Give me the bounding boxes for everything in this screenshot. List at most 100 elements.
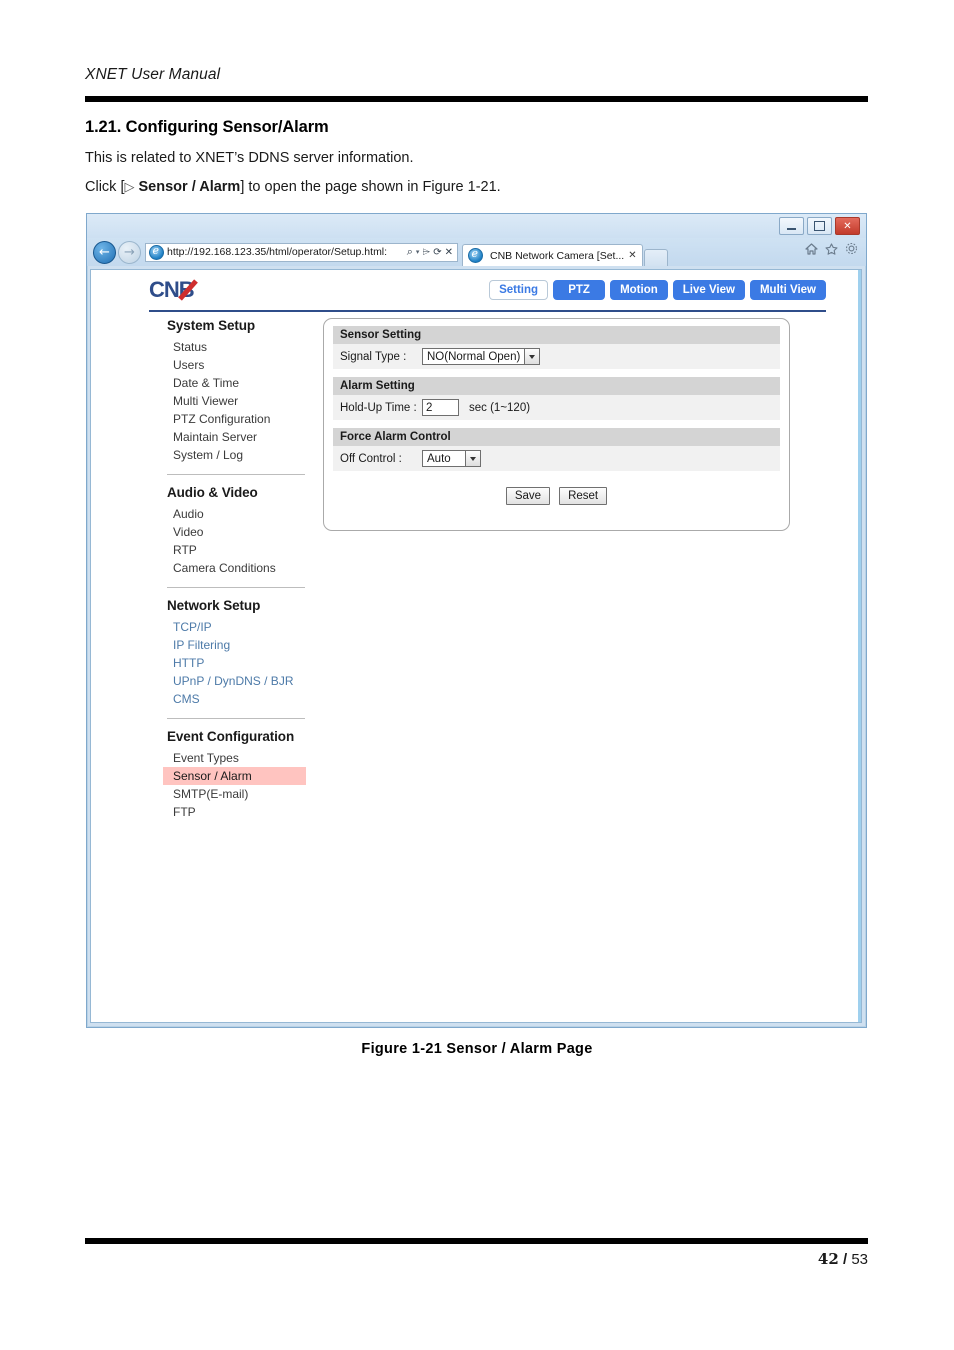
force-alarm-control-header: Force Alarm Control — [333, 428, 780, 446]
hold-up-time-label: Hold-Up Time : — [340, 401, 417, 414]
chevron-down-icon[interactable] — [525, 348, 541, 365]
panel-spacer-1 — [333, 369, 780, 377]
chevron-down-icon[interactable] — [466, 450, 481, 467]
reset-button[interactable]: Reset — [559, 487, 608, 505]
app-header: CNB Setting PTZ Motion Live View Multi V… — [91, 270, 861, 314]
new-tab-button[interactable] — [643, 249, 668, 266]
sidebar-group-event-configuration: Event Configuration Event Types Sensor /… — [163, 729, 313, 821]
nav-button-setting[interactable]: Setting — [489, 280, 549, 300]
page-title: 1.21. Configuring Sensor/Alarm — [85, 118, 329, 136]
sidebar-divider-1 — [167, 474, 305, 475]
alarm-setting-header: Alarm Setting — [333, 377, 780, 395]
sidebar-item-multi-viewer[interactable]: Multi Viewer — [163, 392, 313, 410]
refresh-icon[interactable]: ⟳ — [433, 247, 441, 258]
off-control-value: Auto — [422, 450, 466, 467]
instruction-menu-path: Sensor / Alarm — [138, 179, 241, 195]
viewport-right-edge — [858, 270, 861, 1022]
tab-title: CNB Network Camera [Set... — [490, 249, 625, 262]
address-bar[interactable]: http://192.168.123.35/html/operator/Setu… — [145, 242, 458, 262]
sidebar-item-smtp-email[interactable]: SMTP(E-mail) — [163, 785, 313, 803]
compatibility-view-icon[interactable]: ⌲ — [422, 247, 430, 258]
forward-button[interactable]: → — [118, 240, 141, 264]
app-body: System Setup Status Users Date & Time Mu… — [91, 314, 861, 819]
favorites-star-icon[interactable] — [825, 242, 838, 255]
sidebar-item-ftp[interactable]: FTP — [163, 803, 313, 821]
page-number: 42 / 53 — [818, 1250, 868, 1268]
sidebar-item-cms[interactable]: CMS — [163, 690, 313, 708]
signal-type-select[interactable]: NO(Normal Open) — [422, 348, 541, 365]
sidebar-item-upnp-dyndns-bjr[interactable]: UPnP / DynDNS / BJR — [163, 672, 313, 690]
tab-favicon-icon — [468, 247, 483, 263]
sidebar-divider-3 — [167, 718, 305, 719]
maximize-icon — [814, 221, 825, 231]
sidebar-item-status[interactable]: Status — [163, 338, 313, 356]
nav-button-multi-view[interactable]: Multi View — [749, 280, 826, 300]
header-rule — [85, 96, 868, 102]
sidebar-group-system-setup: System Setup Status Users Date & Time Mu… — [163, 318, 313, 464]
browser-tab[interactable]: CNB Network Camera [Set... ✕ — [462, 244, 643, 266]
instruction-suffix: ] to open the page shown in Figure 1-21. — [240, 179, 501, 195]
chevron-down-icon[interactable]: ▾ — [416, 248, 420, 256]
signal-type-label: Signal Type : — [340, 350, 407, 363]
sidebar-heading-system-setup: System Setup — [167, 318, 256, 333]
hold-up-time-hint: sec (1~120) — [469, 401, 531, 414]
sidebar-item-event-types[interactable]: Event Types — [163, 749, 313, 767]
tab-close-icon[interactable]: ✕ — [628, 250, 636, 261]
back-button[interactable]: ← — [93, 240, 116, 264]
footer-rule — [85, 1238, 868, 1244]
sidebar-heading-event-configuration: Event Configuration — [167, 729, 295, 744]
sidebar: System Setup Status Users Date & Time Mu… — [163, 318, 313, 823]
internet-explorer-icon — [149, 244, 164, 260]
instruction-prefix: Click [ — [85, 179, 125, 195]
panel-spacer-2 — [333, 420, 780, 428]
nav-button-motion[interactable]: Motion — [610, 280, 668, 300]
maximize-button[interactable] — [807, 217, 832, 235]
sidebar-item-tcp-ip[interactable]: TCP/IP — [163, 618, 313, 636]
hold-up-time-row: Hold-Up Time : 2 sec (1~120) — [333, 395, 780, 420]
figure-caption: Figure 1-21 Sensor / Alarm Page — [361, 1041, 593, 1057]
stop-icon[interactable]: ✕ — [445, 247, 453, 258]
signal-type-value: NO(Normal Open) — [422, 348, 526, 365]
sidebar-item-ptz-configuration[interactable]: PTZ Configuration — [163, 410, 313, 428]
sidebar-group-network-setup: Network Setup TCP/IP IP Filtering HTTP U… — [163, 598, 313, 708]
hold-up-time-input[interactable]: 2 — [422, 399, 459, 416]
browser-titlebar: ✕ — [87, 214, 866, 238]
address-input[interactable]: http://192.168.123.35/html/operator/Setu… — [167, 246, 407, 258]
nav-button-live-view[interactable]: Live View — [672, 280, 745, 300]
browser-toolbar: ← → http://192.168.123.35/html/operator/… — [87, 238, 866, 266]
minimize-button[interactable] — [779, 217, 804, 235]
nav-button-ptz[interactable]: PTZ — [553, 280, 606, 300]
sidebar-heading-network-setup: Network Setup — [167, 598, 261, 613]
app-nav-buttons: Setting PTZ Motion Live View Multi View — [489, 280, 826, 300]
sidebar-item-users[interactable]: Users — [163, 356, 313, 374]
browser-window: ✕ ← → http://192.168.123.35/html/operato… — [86, 213, 867, 1028]
sidebar-item-sensor-alarm[interactable]: Sensor / Alarm — [163, 767, 306, 785]
search-icon[interactable]: ⌕ — [407, 245, 413, 259]
intro-paragraph: This is related to XNET’s DDNS server in… — [85, 150, 414, 166]
tab-strip: CNB Network Camera [Set... ✕ — [462, 238, 668, 266]
page-number-current: 42 — [817, 1250, 839, 1268]
sidebar-item-video[interactable]: Video — [163, 523, 313, 541]
tools-gear-icon[interactable] — [845, 242, 858, 255]
sensor-setting-header: Sensor Setting — [333, 326, 780, 344]
signal-type-row: Signal Type : NO(Normal Open) — [333, 344, 780, 369]
sidebar-item-date-time[interactable]: Date & Time — [163, 374, 313, 392]
browser-command-icons — [805, 242, 858, 255]
home-icon[interactable] — [805, 242, 818, 255]
sidebar-item-maintain-server[interactable]: Maintain Server — [163, 428, 313, 446]
app-header-rule — [149, 310, 826, 312]
page-number-separator: / — [842, 1251, 848, 1268]
close-button[interactable]: ✕ — [835, 217, 860, 235]
sidebar-item-camera-conditions[interactable]: Camera Conditions — [163, 559, 313, 577]
save-button[interactable]: Save — [505, 487, 551, 505]
cnb-logo: CNB — [149, 277, 241, 302]
sidebar-item-audio[interactable]: Audio — [163, 505, 313, 523]
sidebar-item-http[interactable]: HTTP — [163, 654, 313, 672]
sidebar-item-ip-filtering[interactable]: IP Filtering — [163, 636, 313, 654]
off-control-select[interactable]: Auto — [422, 450, 481, 467]
sidebar-item-system-log[interactable]: System / Log — [163, 446, 313, 464]
address-bar-icons: ⌕ ▾ ⌲ ⟳ ✕ — [407, 245, 455, 259]
sidebar-item-rtp[interactable]: RTP — [163, 541, 313, 559]
panel-button-row: Save Reset — [333, 487, 780, 505]
window-controls: ✕ — [779, 217, 860, 235]
